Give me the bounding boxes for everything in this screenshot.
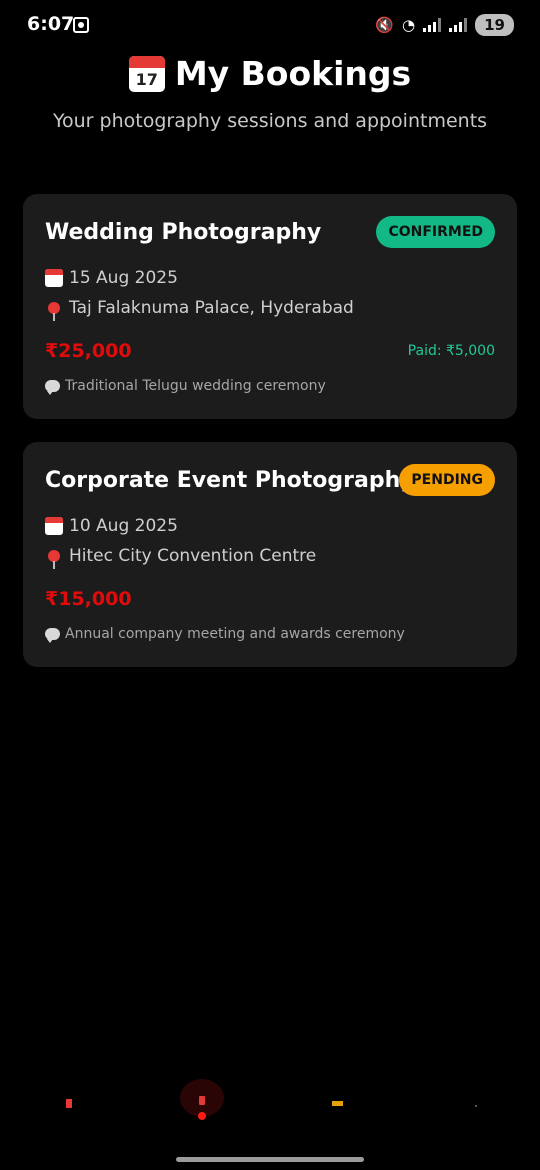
booking-card[interactable]: Corporate Event Photography PENDING 10 A… — [23, 442, 517, 667]
booking-date: 10 Aug 2025 — [45, 516, 178, 536]
booking-note: Annual company meeting and awards ceremo… — [45, 626, 405, 643]
signal-icon — [423, 18, 442, 32]
booking-note-text: Annual company meeting and awards ceremo… — [65, 626, 405, 642]
gesture-bar[interactable] — [176, 1157, 364, 1162]
signal-icon-2 — [449, 18, 468, 32]
booking-location-text: Hitec City Convention Centre — [69, 546, 317, 566]
speech-bubble-icon — [45, 628, 60, 643]
status-bar: 6:07 🔇 ◔ 19 — [0, 0, 540, 52]
screen-record-icon — [73, 17, 89, 33]
gallery-icon[interactable] — [332, 1101, 343, 1106]
speech-bubble-icon — [45, 380, 60, 395]
calendar-icon — [45, 269, 63, 287]
page-header: My Bookings Your photography sessions an… — [0, 54, 540, 132]
booking-location: Taj Falaknuma Palace, Hyderabad — [45, 298, 354, 321]
page-title: My Bookings — [128, 54, 412, 93]
booking-date-text: 10 Aug 2025 — [69, 516, 178, 536]
location-pin-icon — [48, 302, 60, 321]
booking-location: Hitec City Convention Centre — [45, 546, 317, 569]
booking-note-text: Traditional Telugu wedding ceremony — [65, 378, 326, 394]
calendar-icon — [45, 517, 63, 535]
mute-icon: 🔇 — [375, 16, 395, 34]
status-badge: CONFIRMED — [376, 216, 495, 248]
page-subtitle: Your photography sessions and appointmen… — [52, 109, 488, 132]
status-badge: PENDING — [399, 464, 495, 496]
booking-location-text: Taj Falaknuma Palace, Hyderabad — [69, 298, 354, 318]
status-icons: 🔇 ◔ 19 — [375, 14, 514, 36]
booking-date-text: 15 Aug 2025 — [69, 268, 178, 288]
battery-indicator: 19 — [475, 14, 514, 36]
booking-price: ₹25,000 — [45, 340, 132, 362]
booking-paid: Paid: ₹5,000 — [407, 343, 495, 359]
booking-note: Traditional Telugu wedding ceremony — [45, 378, 326, 395]
booking-date: 15 Aug 2025 — [45, 268, 178, 288]
profile-icon[interactable] — [475, 1105, 477, 1107]
home-icon[interactable] — [66, 1099, 72, 1108]
location-pin-icon — [48, 550, 60, 569]
booking-title: Corporate Event Photography — [45, 468, 415, 493]
page-title-text: My Bookings — [174, 54, 412, 93]
booking-price: ₹15,000 — [45, 588, 132, 610]
wifi-icon: ◔ — [402, 16, 416, 34]
booking-title: Wedding Photography — [45, 220, 322, 245]
booking-card[interactable]: Wedding Photography CONFIRMED 15 Aug 202… — [23, 194, 517, 419]
status-time: 6:07 — [27, 13, 75, 35]
calendar-icon — [128, 55, 165, 92]
active-indicator — [198, 1112, 206, 1120]
bottom-navigation — [0, 1075, 540, 1135]
